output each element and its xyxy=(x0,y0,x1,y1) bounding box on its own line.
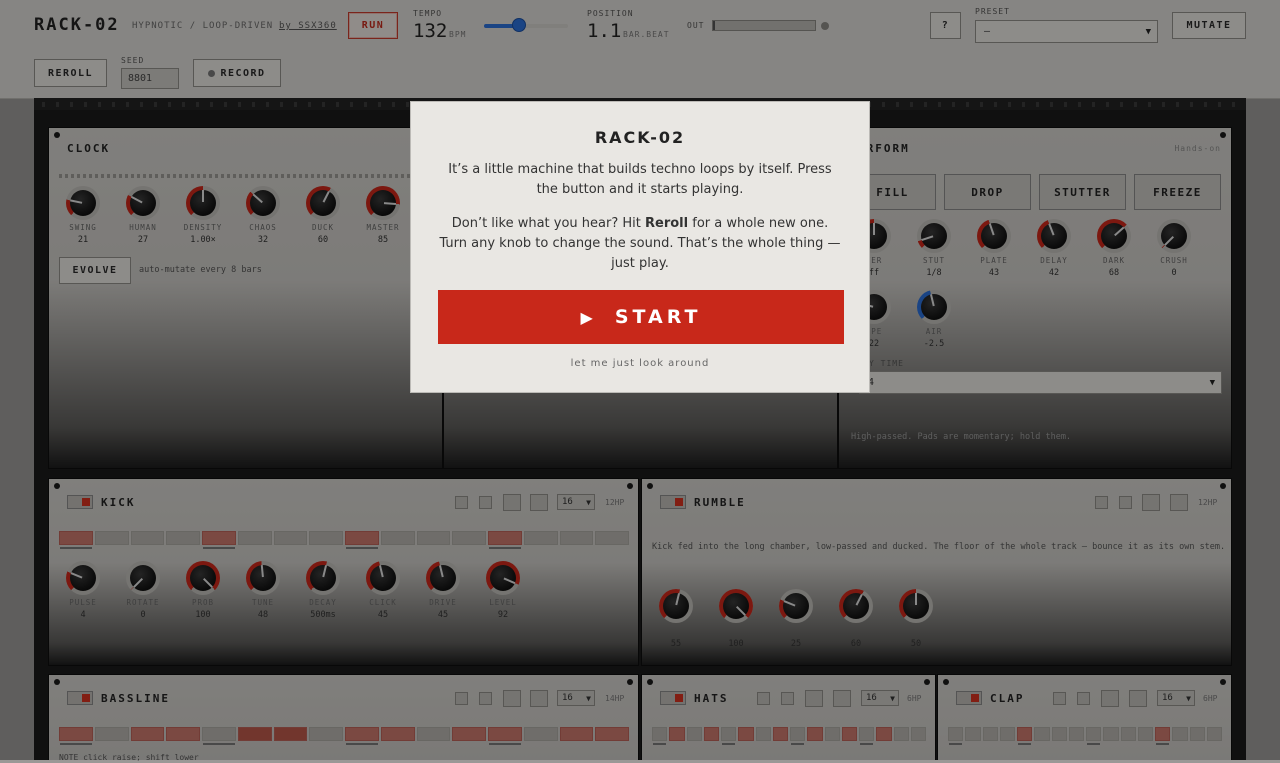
hint-reroll-word: Reroll xyxy=(645,216,689,231)
look-around-link[interactable]: let me just look around xyxy=(411,358,869,369)
start-button[interactable]: ▶ START xyxy=(438,290,844,344)
start-label: START xyxy=(614,306,702,328)
hint-text-a: Don’t like what you hear? Hit xyxy=(451,216,646,231)
dialog-intro: It’s a little machine that builds techno… xyxy=(448,162,832,197)
dialog-title: RACK-02 xyxy=(594,128,686,147)
dialog-reroll-hint: Don’t like what you hear? Hit Reroll for… xyxy=(437,214,843,274)
play-icon: ▶ xyxy=(580,307,597,327)
welcome-dialog: RACK-02 It’s a little machine that build… xyxy=(410,101,870,393)
